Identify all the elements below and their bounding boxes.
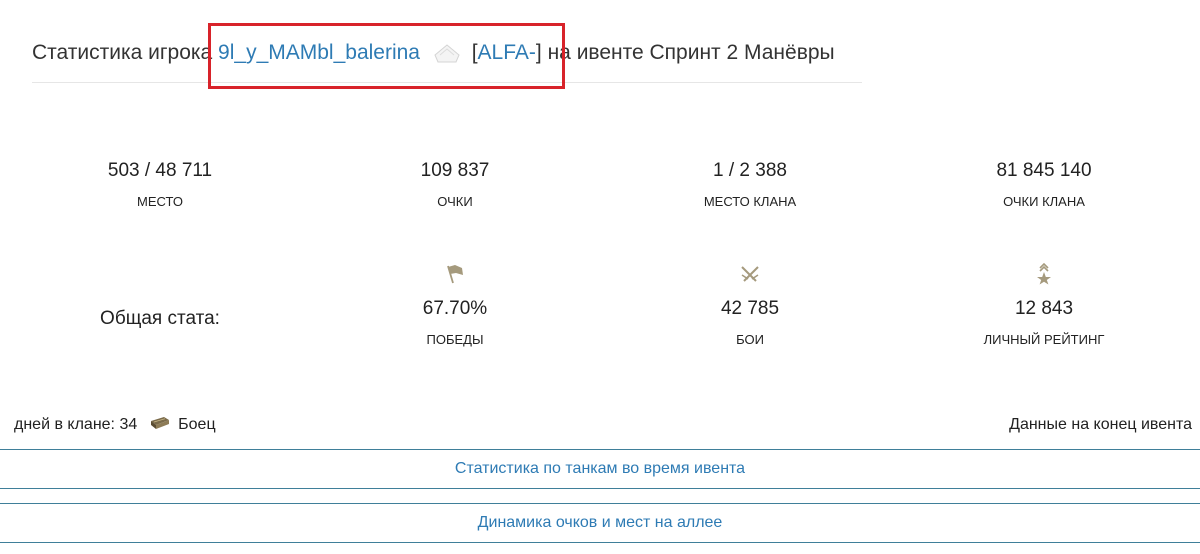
data-end-note: Данные на конец ивента <box>1009 416 1192 433</box>
stat-personal-rating-label: ЛИЧНЫЙ РЕЙТИНГ <box>983 332 1105 347</box>
clan-role-text: Боец <box>178 416 216 433</box>
stat-clan-place: 1 / 2 388 МЕСТО КЛАНА <box>630 159 870 211</box>
clan-bracket-close: ] <box>535 41 542 64</box>
header-divider <box>32 82 862 83</box>
title-suffix: на ивенте Спринт 2 Манёвры <box>547 41 835 64</box>
stat-points-label: ОЧКИ <box>437 194 473 209</box>
stat-clan-place-value: 1 / 2 388 <box>713 160 787 181</box>
stat-wins: 67.70% ПОБЕДЫ <box>335 263 575 349</box>
stat-clan-points-value: 81 845 140 <box>996 160 1092 181</box>
clan-tag-link[interactable]: ALFA- <box>478 41 536 64</box>
page-title: Статистика игрока 9l_y_MAMbl_balerina [A… <box>32 38 862 68</box>
stat-personal-rating: 12 843 ЛИЧНЫЙ РЕЙТИНГ <box>924 263 1164 349</box>
stat-wins-value: 67.70% <box>422 298 488 319</box>
player-name-link[interactable]: 9l_y_MAMbl_balerina <box>218 41 420 64</box>
stat-battles-value: 42 785 <box>720 298 780 319</box>
stat-battles: 42 785 БОИ <box>630 263 870 349</box>
days-in-clan-text: дней в клане: 34 <box>14 416 138 433</box>
crossed-swords-icon <box>741 266 759 282</box>
flag-icon <box>447 265 463 284</box>
clan-emblem-icon <box>434 44 460 63</box>
rank-star-icon <box>1037 263 1051 285</box>
stat-clan-points: 81 845 140 ОЧКИ КЛАНА <box>924 159 1164 211</box>
points-dynamics-toggle[interactable]: Динамика очков и мест на аллее <box>0 503 1200 543</box>
stat-points: 109 837 ОЧКИ <box>335 159 575 211</box>
stat-clan-place-label: МЕСТО КЛАНА <box>703 194 797 209</box>
stat-clan-points-label: ОЧКИ КЛАНА <box>1003 194 1085 209</box>
tank-stats-toggle[interactable]: Статистика по танкам во время ивента <box>0 449 1200 489</box>
clan-role-icon <box>150 417 169 429</box>
days-in-clan: дней в клане: 34 Боец <box>14 414 216 436</box>
stat-personal-rating-value: 12 843 <box>1014 298 1074 319</box>
stat-place-value: 503 / 48 711 <box>107 160 213 181</box>
stat-place-label: МЕСТО <box>137 194 183 209</box>
stat-points-value: 109 837 <box>420 160 490 181</box>
stat-place: 503 / 48 711 МЕСТО <box>40 159 280 211</box>
stat-wins-label: ПОБЕДЫ <box>426 332 484 347</box>
title-prefix: Статистика игрока <box>32 41 213 64</box>
overall-stats-label: Общая стата: <box>100 308 220 329</box>
stat-battles-label: БОИ <box>736 332 764 347</box>
